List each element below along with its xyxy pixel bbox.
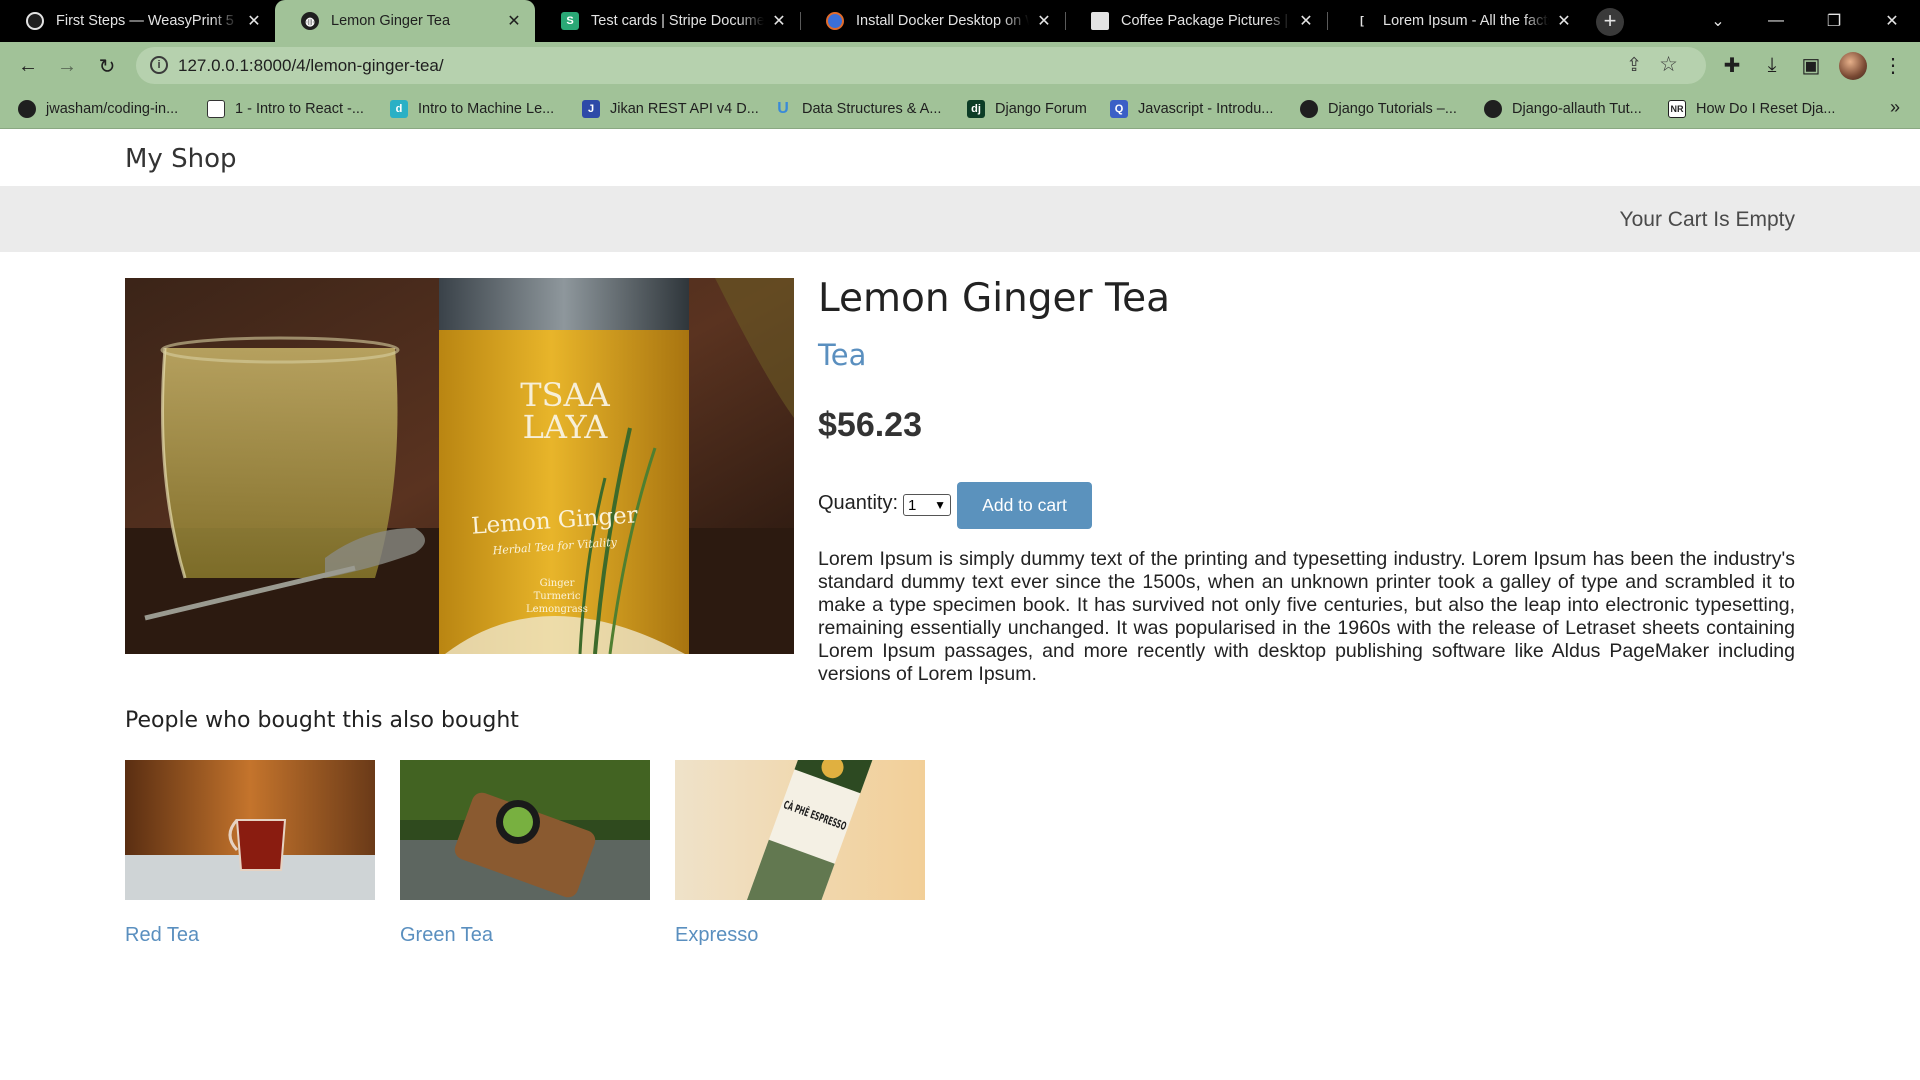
- recommendations-heading: People who bought this also bought: [125, 708, 519, 733]
- cart-status: Your Cart Is Empty: [1619, 208, 1795, 231]
- browser-tab-strip: First Steps — WeasyPrint 5 ✕ ◍ Lemon Gin…: [0, 0, 1920, 42]
- github-icon: [18, 100, 36, 118]
- close-window-button[interactable]: ✕: [1864, 0, 1920, 42]
- can-ingredient: Turmeric: [534, 591, 581, 602]
- expresso-link[interactable]: Expresso: [675, 924, 925, 947]
- cart-bar: Your Cart Is Empty: [0, 186, 1920, 252]
- recommendation-item[interactable]: CÀ PHÊ ESPRESSO Expresso: [675, 760, 925, 947]
- bookmark-item[interactable]: 1 - Intro to React -...: [207, 98, 364, 120]
- product-description: Lorem Ipsum is simply dummy text of the …: [818, 548, 1795, 685]
- restore-button[interactable]: ❐: [1806, 0, 1862, 42]
- green-tea-image[interactable]: [400, 760, 650, 900]
- tab-title: Test cards | Stripe Documen: [591, 13, 764, 29]
- tab-docker[interactable]: Install Docker Desktop on W ✕: [800, 0, 1065, 42]
- can-brand-line2: LAYA: [523, 408, 609, 446]
- red-tea-link[interactable]: Red Tea: [125, 924, 375, 947]
- can-ingredient: Lemongrass: [526, 604, 588, 615]
- django-icon: dj: [967, 100, 985, 118]
- extensions-icon[interactable]: ✚: [1719, 52, 1745, 78]
- github-icon: [26, 12, 44, 30]
- tab-search-chevron-icon[interactable]: ⌄: [1690, 0, 1746, 42]
- bookmark-item[interactable]: Django Tutorials –...: [1300, 98, 1457, 120]
- side-panel-icon[interactable]: ▣: [1798, 52, 1824, 78]
- tab-title: First Steps — WeasyPrint 5: [56, 13, 234, 29]
- docker-icon: [826, 12, 844, 30]
- menu-kebab-icon[interactable]: ⋮: [1880, 52, 1906, 78]
- tab-stripe[interactable]: S Test cards | Stripe Documen ✕: [535, 0, 800, 42]
- site-info-icon[interactable]: i: [150, 56, 168, 74]
- profile-avatar[interactable]: [1839, 52, 1867, 80]
- bookmark-item[interactable]: dj Django Forum: [967, 98, 1087, 120]
- add-to-cart-button[interactable]: Add to cart: [957, 482, 1092, 529]
- bookmark-item[interactable]: Q Javascript - Introdu...: [1110, 98, 1273, 120]
- bookmarks-bar: jwasham/coding-in... 1 - Intro to React …: [0, 89, 1920, 129]
- page-icon: [207, 100, 225, 118]
- tab-title: Coffee Package Pictures | D: [1121, 13, 1291, 29]
- url-text[interactable]: 127.0.0.1:8000/4/lemon-ginger-tea/: [178, 56, 444, 76]
- close-icon[interactable]: ✕: [1297, 11, 1315, 31]
- lorem-ipsum-icon: [: [1360, 15, 1364, 27]
- recommendation-item[interactable]: Green Tea: [400, 760, 650, 947]
- stripe-icon: S: [561, 12, 579, 30]
- can-ingredient: Ginger: [540, 578, 575, 589]
- quantity-label: Quantity:: [818, 492, 899, 514]
- globe-icon: ◍: [301, 12, 319, 30]
- product-category-link[interactable]: Tea: [818, 338, 866, 372]
- bookmark-item[interactable]: J Jikan REST API v4 D...: [582, 98, 759, 120]
- q-icon: Q: [1110, 100, 1128, 118]
- tab-title: Install Docker Desktop on W: [856, 13, 1029, 29]
- red-tea-image[interactable]: [125, 760, 375, 900]
- unsplash-icon: [1091, 12, 1109, 30]
- tab-title: Lorem Ipsum - All the facts: [1383, 13, 1549, 29]
- bookmark-item[interactable]: Django-allauth Tut...: [1484, 98, 1642, 120]
- green-tea-link[interactable]: Green Tea: [400, 924, 650, 947]
- nr-icon: NR: [1668, 100, 1686, 118]
- download-icon[interactable]: ⤓: [1759, 52, 1785, 78]
- globe-icon: [1484, 100, 1502, 118]
- product-price: $56.23: [818, 406, 922, 444]
- python-icon: [1300, 100, 1318, 118]
- tab-weasyprint[interactable]: First Steps — WeasyPrint 5 ✕: [0, 0, 275, 42]
- address-bar[interactable]: i 127.0.0.1:8000/4/lemon-ginger-tea/ ⇪ ☆: [136, 47, 1706, 84]
- browser-toolbar: ← → ↻ i 127.0.0.1:8000/4/lemon-ginger-te…: [0, 42, 1920, 89]
- tab-lorem-ipsum[interactable]: [ Lorem Ipsum - All the facts ✕: [1327, 0, 1585, 42]
- share-icon[interactable]: ⇪: [1626, 54, 1642, 77]
- site-logo[interactable]: My Shop: [125, 144, 236, 174]
- product-title: Lemon Ginger Tea: [818, 276, 1171, 321]
- close-icon[interactable]: ✕: [1035, 11, 1053, 31]
- close-icon[interactable]: ✕: [245, 11, 263, 31]
- recommendation-item[interactable]: Red Tea: [125, 760, 375, 947]
- d-icon: d: [390, 100, 408, 118]
- bookmark-item[interactable]: NR How Do I Reset Dja...: [1668, 98, 1835, 120]
- tab-coffee-pictures[interactable]: Coffee Package Pictures | D ✕: [1065, 0, 1327, 42]
- page-content: My Shop Your Cart Is Empty TSAA LAYA Lem…: [0, 130, 1920, 1080]
- close-icon[interactable]: ✕: [770, 11, 788, 31]
- expresso-image[interactable]: CÀ PHÊ ESPRESSO: [675, 760, 925, 900]
- minimize-button[interactable]: —: [1748, 0, 1804, 42]
- reload-button[interactable]: ↻: [91, 50, 123, 82]
- close-icon[interactable]: ✕: [505, 11, 523, 31]
- tab-title: Lemon Ginger Tea: [331, 13, 451, 29]
- forward-button[interactable]: →: [51, 50, 83, 82]
- bookmark-item[interactable]: d Intro to Machine Le...: [390, 98, 554, 120]
- close-icon[interactable]: ✕: [1555, 11, 1573, 31]
- product-image: TSAA LAYA Lemon Ginger Herbal Tea for Vi…: [125, 278, 794, 654]
- bookmark-star-icon[interactable]: ☆: [1659, 52, 1678, 77]
- bookmark-item[interactable]: U Data Structures & A...: [774, 98, 941, 120]
- bookmarks-overflow-icon[interactable]: »: [1890, 97, 1900, 118]
- back-button[interactable]: ←: [12, 50, 44, 82]
- quantity-select[interactable]: 1 ▼: [903, 494, 951, 516]
- new-tab-button[interactable]: +: [1596, 8, 1624, 36]
- udemy-icon: U: [777, 100, 789, 117]
- jikan-icon: J: [582, 100, 600, 118]
- tab-lemon-ginger-tea[interactable]: ◍ Lemon Ginger Tea ✕: [275, 0, 535, 42]
- chevron-down-icon: ▼: [934, 498, 946, 512]
- bookmark-item[interactable]: jwasham/coding-in...: [18, 98, 178, 120]
